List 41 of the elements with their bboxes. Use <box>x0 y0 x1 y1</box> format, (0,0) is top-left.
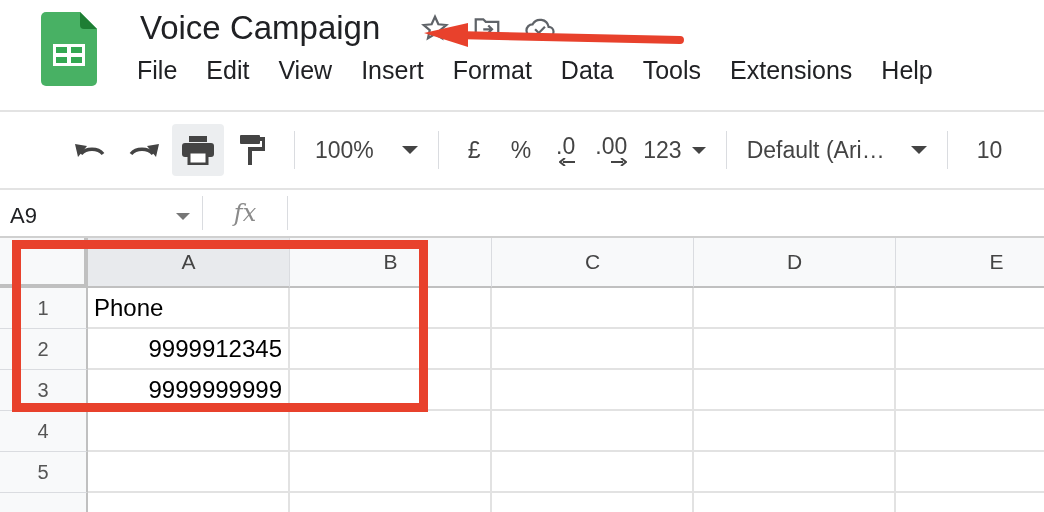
star-icon[interactable] <box>420 13 451 43</box>
caret-icon <box>910 146 927 154</box>
menu-item[interactable]: View <box>278 56 333 85</box>
number-format-dropdown[interactable]: 123 <box>637 136 712 164</box>
undo-icon <box>74 142 106 158</box>
font-size-field[interactable]: 10 <box>961 136 1018 164</box>
caret-icon <box>691 146 706 154</box>
caret-icon <box>176 212 190 220</box>
font-dropdown[interactable]: Default (Ari… <box>740 136 933 164</box>
menu-item[interactable]: File <box>137 56 178 85</box>
row-header[interactable]: 5 <box>0 452 88 493</box>
function-label: fx <box>231 199 258 227</box>
toolbar-button[interactable] <box>172 124 224 176</box>
menu-item[interactable]: Data <box>560 56 614 85</box>
increase-decimals-button[interactable]: .00 <box>585 134 638 166</box>
sheets-logo-icon[interactable] <box>41 12 97 86</box>
column-header[interactable]: D <box>694 238 896 288</box>
print-icon <box>181 135 215 165</box>
right-arrow-icon <box>611 157 628 166</box>
left-arrow-icon <box>559 157 576 166</box>
row-header[interactable]: 4 <box>0 411 88 452</box>
name-box[interactable]: A9 <box>0 203 190 229</box>
menu-item[interactable]: Edit <box>206 56 250 85</box>
redo-icon <box>128 142 160 158</box>
table-cell: 9999912345 <box>88 329 290 370</box>
percent-button[interactable]: % <box>495 136 547 164</box>
menu-item[interactable]: Extensions <box>730 56 853 85</box>
table-cell: 9999999999 <box>88 370 290 411</box>
paint-format-icon <box>239 134 265 166</box>
column-header[interactable]: C <box>492 238 694 288</box>
column-header[interactable]: E <box>896 238 1044 288</box>
decrease-decimals-button[interactable]: .0 <box>546 134 586 166</box>
menu-item[interactable]: Tools <box>642 56 702 85</box>
zoom-dropdown[interactable]: 100% <box>309 136 424 164</box>
document-title[interactable]: Voice Campaign <box>140 9 381 47</box>
caret-icon <box>401 146 418 154</box>
menu-item[interactable]: Format <box>452 56 532 85</box>
menu-item[interactable]: Insert <box>361 56 424 85</box>
currency-button[interactable]: £ <box>452 136 496 164</box>
menu-item[interactable]: Help <box>881 56 933 85</box>
table-cell: Phone <box>88 288 290 329</box>
